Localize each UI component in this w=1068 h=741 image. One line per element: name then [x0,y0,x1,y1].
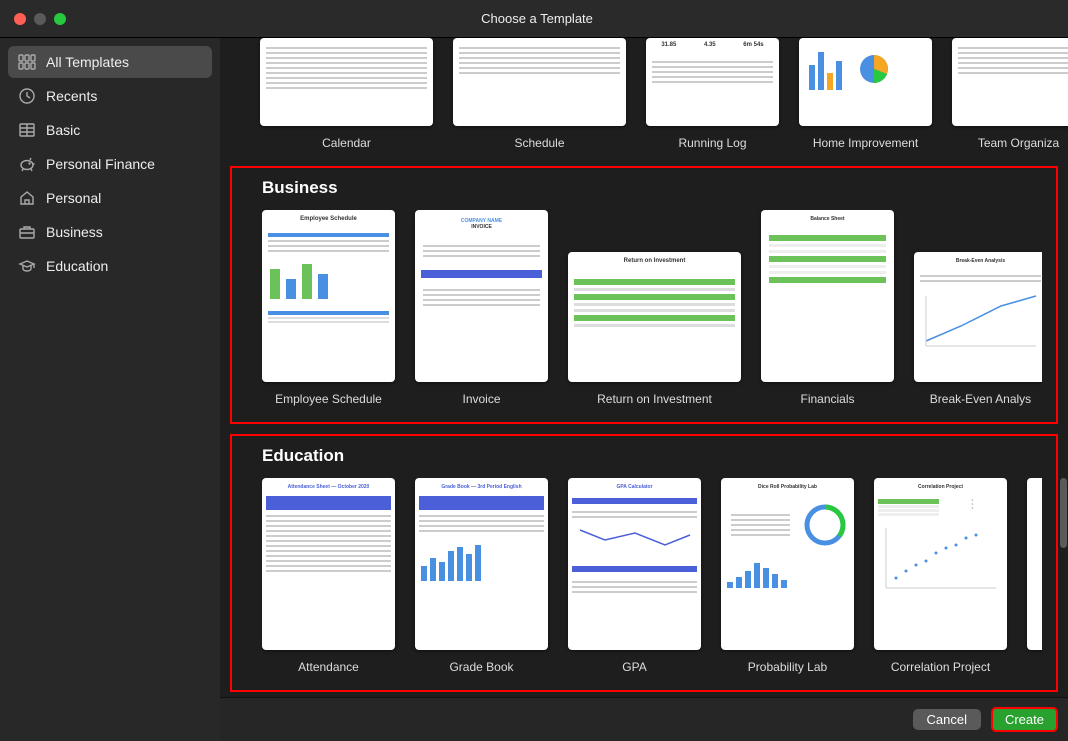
scrollbar-thumb[interactable] [1060,478,1067,548]
template-label: Invoice [415,392,548,406]
template-label: GPA [568,660,701,674]
template-label: Running Log [646,136,779,150]
house-icon [18,189,36,207]
template-gpa[interactable]: GPA Calculator GPA [568,478,701,674]
template-schedule[interactable]: Schedule [453,38,626,150]
template-extra[interactable] [1027,478,1042,674]
clock-icon [18,87,36,105]
template-probability-lab[interactable]: Dice Roll Probability Lab Probability La… [721,478,854,674]
briefcase-icon [18,223,36,241]
piggy-icon [18,155,36,173]
sidebar-item-label: Personal Finance [46,156,155,172]
sidebar-item-personal-finance[interactable]: Personal Finance [8,148,212,180]
sidebar-item-personal[interactable]: Personal [8,182,212,214]
cancel-button[interactable]: Cancel [913,709,981,730]
sidebar-item-all-templates[interactable]: All Templates [8,46,212,78]
template-label: Correlation Project [874,660,1007,674]
template-correlation-project[interactable]: Correlation Project 1.2.3. Correlation P… [874,478,1007,674]
template-team-organization[interactable]: Team Organiza [952,38,1068,150]
template-label: Return on Investment [568,392,741,406]
template-employee-schedule[interactable]: Employee Schedule Employee Schedule [262,210,395,406]
template-label: Grade Book [415,660,548,674]
footer: Cancel Create [220,697,1068,741]
template-label: Financials [761,392,894,406]
template-label: Break-Even Analys [914,392,1042,406]
table-icon [18,121,36,139]
sidebar-item-label: Recents [46,88,97,104]
template-financials[interactable]: Balance Sheet Financials [761,210,894,406]
template-label: Probability Lab [721,660,854,674]
template-row: Employee Schedule Employee Schedule [262,210,1042,406]
maximize-button[interactable] [54,13,66,25]
template-calendar[interactable]: Calendar [260,38,433,150]
window-title: Choose a Template [66,11,1008,26]
main-area: All Templates Recents Basic Personal Fin… [0,38,1068,741]
titlebar: Choose a Template [0,0,1068,38]
template-attendance[interactable]: Attendance Sheet — October 2020 Attendan… [262,478,395,674]
sidebar-item-label: Basic [46,122,80,138]
template-grade-book[interactable]: Grade Book — 3rd Period English Grade Bo… [415,478,548,674]
template-label: Attendance [262,660,395,674]
minimize-button[interactable] [34,13,46,25]
template-return-on-investment[interactable]: Return on Investment Return on Investmen… [568,210,741,406]
sidebar-item-label: Business [46,224,103,240]
content-area: Calendar Schedule 31.854.356m 54s Runnin… [220,38,1068,741]
window-controls [0,13,66,25]
template-row: Attendance Sheet — October 2020 Attendan… [262,478,1042,674]
template-label: Employee Schedule [262,392,395,406]
template-label: Calendar [260,136,433,150]
section-title: Business [262,178,1042,198]
sidebar-item-label: Personal [46,190,101,206]
grid-icon [18,53,36,71]
sidebar-item-education[interactable]: Education [8,250,212,282]
sidebar-item-recents[interactable]: Recents [8,80,212,112]
template-label: Home Improvement [799,136,932,150]
template-label: Team Organiza [952,136,1068,150]
create-button[interactable]: Create [991,707,1058,732]
template-home-improvement[interactable]: Home Improvement [799,38,932,150]
sidebar-item-label: Education [46,258,108,274]
sidebar-item-basic[interactable]: Basic [8,114,212,146]
template-break-even-analysis[interactable]: Break-Even Analysis Break-Even Analys [914,210,1042,406]
close-button[interactable] [14,13,26,25]
section-education: Education Attendance Sheet — October 202… [230,434,1058,692]
template-label: Schedule [453,136,626,150]
template-gallery[interactable]: Calendar Schedule 31.854.356m 54s Runnin… [220,38,1068,697]
template-invoice[interactable]: COMPANY NAMEINVOICE Invoice [415,210,548,406]
template-running-log[interactable]: 31.854.356m 54s Running Log [646,38,779,150]
section-title: Education [262,446,1042,466]
template-row-top: Calendar Schedule 31.854.356m 54s Runnin… [220,38,1068,166]
sidebar-item-business[interactable]: Business [8,216,212,248]
sidebar: All Templates Recents Basic Personal Fin… [0,38,220,741]
gradcap-icon [18,257,36,275]
section-business: Business Employee Schedule [230,166,1058,424]
sidebar-item-label: All Templates [46,54,129,70]
